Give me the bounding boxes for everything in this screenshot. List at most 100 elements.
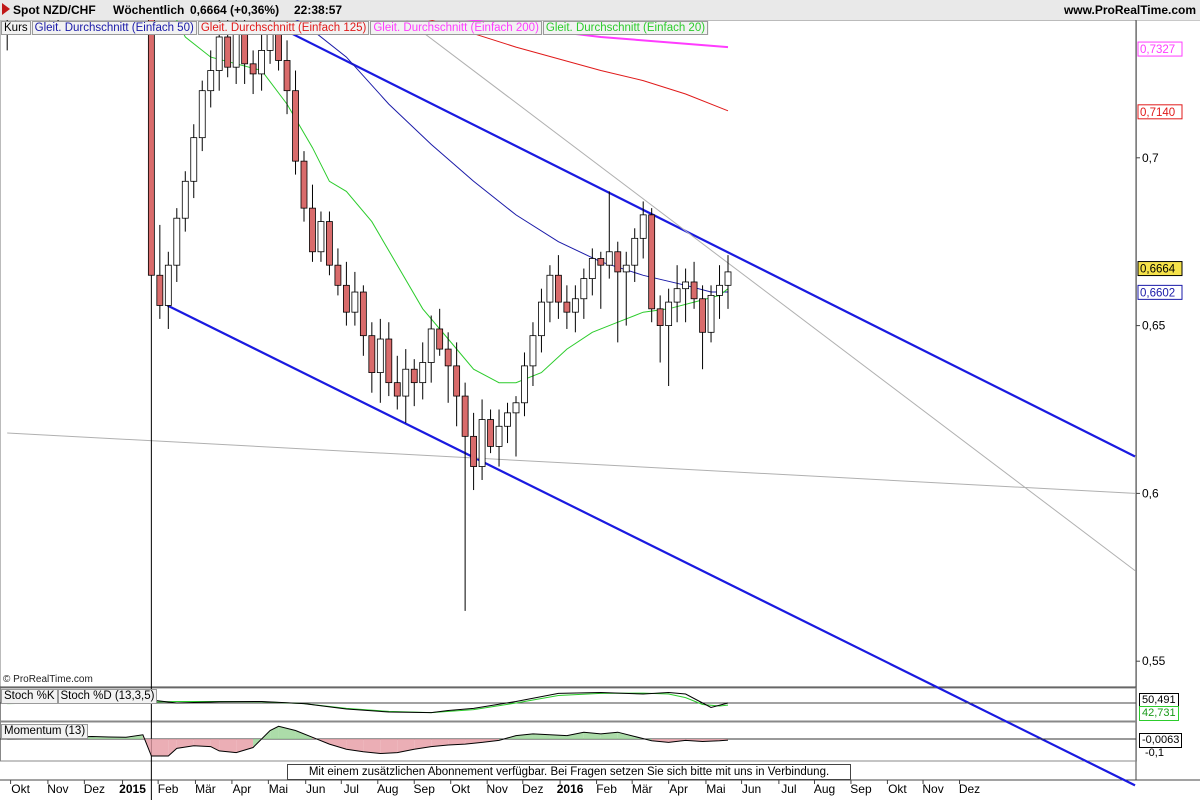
momentum-legend: Momentum (13) bbox=[1, 724, 89, 739]
candle-body bbox=[504, 412, 511, 427]
candle-body bbox=[665, 301, 673, 327]
candle-body bbox=[529, 335, 537, 367]
quote-value: 0,6664 (+0,36%) bbox=[190, 3, 280, 17]
price-chart[interactable]: 0,850,80,750,70,650,60,550,5OktNovDez201… bbox=[0, 20, 1200, 800]
candle-body bbox=[478, 419, 486, 467]
candle-body bbox=[588, 258, 596, 280]
legend-item-price[interactable]: Kurs bbox=[1, 21, 31, 35]
candle-body bbox=[555, 274, 562, 303]
candle-body bbox=[673, 288, 681, 303]
momentum-tick: -0,1 bbox=[1145, 747, 1164, 759]
candle-body bbox=[571, 298, 579, 313]
candle-body bbox=[326, 221, 333, 266]
candle-body bbox=[147, 20, 155, 276]
candle-body bbox=[427, 328, 435, 363]
x-tick-label: Apr bbox=[669, 782, 688, 796]
candle-body bbox=[376, 338, 384, 373]
candle-body bbox=[300, 160, 308, 209]
candle-body bbox=[283, 60, 291, 92]
x-tick-label: Jun bbox=[306, 782, 325, 796]
x-tick-label: Dez bbox=[84, 782, 105, 796]
x-tick-label: Aug bbox=[377, 782, 398, 796]
candle-body bbox=[359, 291, 367, 337]
time-label: 22:38:57 bbox=[294, 3, 343, 17]
last-value-label: 0,7140 bbox=[1140, 107, 1175, 119]
candle-body bbox=[190, 137, 198, 182]
candle-body bbox=[461, 395, 469, 437]
momentum-area bbox=[329, 739, 347, 750]
x-tick-label: Dez bbox=[959, 782, 980, 796]
candle-body bbox=[682, 281, 689, 290]
title-bar: Spot NZD/CHF Wöchentlich 0,6664 (+0,36%)… bbox=[0, 0, 1200, 21]
x-tick-label: Sep bbox=[850, 782, 872, 796]
stoch-k-label[interactable]: Stoch %K bbox=[1, 689, 58, 704]
legend-item-sma125[interactable]: Gleit. Durchschnitt (Einfach 125) bbox=[197, 21, 370, 35]
candle-body bbox=[521, 365, 528, 404]
sma20-line bbox=[176, 20, 729, 384]
site-label[interactable]: www.ProRealTime.com bbox=[1064, 3, 1196, 17]
sma50-line bbox=[295, 20, 728, 293]
candle-body bbox=[444, 348, 452, 367]
momentum-area bbox=[168, 739, 177, 756]
candle-body bbox=[707, 294, 715, 333]
x-tick-label: Jun bbox=[742, 782, 761, 796]
y-tick-label: 0,65 bbox=[1142, 319, 1166, 333]
stoch-d-label[interactable]: Stoch %D (13,3,5) bbox=[57, 689, 158, 704]
candle-body bbox=[207, 70, 215, 92]
main-plot-frame bbox=[0, 20, 1137, 688]
candle-body bbox=[181, 180, 189, 219]
momentum-area bbox=[363, 739, 381, 754]
candle-body bbox=[512, 402, 520, 414]
candle-body bbox=[249, 63, 257, 75]
resistance-trendline-line bbox=[405, 20, 1136, 571]
candle-body bbox=[597, 258, 605, 266]
candle-body bbox=[334, 264, 342, 286]
candle-body bbox=[690, 281, 698, 300]
x-tick-label: Nov bbox=[47, 782, 68, 796]
x-tick-label: Okt bbox=[451, 782, 470, 796]
candle-body bbox=[292, 90, 299, 162]
y-tick-label: 0,6 bbox=[1142, 486, 1159, 500]
legend-item-sma20[interactable]: Gleit. Durchschnitt (Einfach 20) bbox=[542, 21, 709, 35]
x-tick-label: Sep bbox=[414, 782, 436, 796]
x-tick-label: Apr bbox=[233, 782, 252, 796]
x-tick-label: Feb bbox=[596, 782, 617, 796]
momentum-area bbox=[380, 739, 398, 754]
momentum-area bbox=[151, 739, 169, 756]
candle-body bbox=[563, 301, 571, 313]
candle-body bbox=[538, 301, 545, 337]
x-tick-label: Mai bbox=[269, 782, 288, 796]
x-tick-label: Jul bbox=[344, 782, 359, 796]
y-tick-label: 0,7 bbox=[1142, 151, 1159, 165]
instrument-name: Spot NZD/CHF bbox=[13, 3, 96, 17]
subscription-notice[interactable]: Mit einem zusätzlichen Abonnement verfüg… bbox=[287, 764, 851, 780]
lower-channel-line bbox=[166, 304, 1136, 787]
momentum-label[interactable]: Momentum (13) bbox=[1, 724, 89, 739]
legend-item-sma50[interactable]: Gleit. Durchschnitt (Einfach 50) bbox=[31, 21, 197, 35]
stoch-d-value: 42,731 bbox=[1139, 706, 1179, 721]
support-trendline-line bbox=[7, 432, 1136, 494]
candle-body bbox=[368, 335, 376, 373]
candle-body bbox=[648, 214, 656, 310]
candle-body bbox=[436, 328, 444, 350]
candle-body bbox=[724, 271, 732, 286]
candle-body bbox=[317, 221, 325, 253]
candle-body bbox=[215, 36, 223, 71]
stoch-legend: Stoch %K Stoch %D (13,3,5) bbox=[1, 689, 158, 704]
last-value-label: 0,6664 bbox=[1140, 264, 1176, 276]
candle-body bbox=[622, 264, 630, 273]
candle-body bbox=[173, 217, 181, 266]
upper-channel-line bbox=[271, 22, 1136, 458]
candle-body bbox=[605, 251, 613, 266]
candle-body bbox=[656, 308, 664, 327]
x-tick-label: Feb bbox=[158, 782, 179, 796]
interval-label[interactable]: Wöchentlich bbox=[113, 3, 184, 17]
x-tick-label: Okt bbox=[888, 782, 907, 796]
candle-body bbox=[258, 50, 266, 75]
legend-item-sma200[interactable]: Gleit. Durchschnitt (Einfach 200) bbox=[370, 21, 542, 35]
x-tick-label: Dez bbox=[522, 782, 543, 796]
candle-body bbox=[639, 214, 647, 239]
momentum-value: -0,0063 bbox=[1139, 733, 1183, 748]
candle-body bbox=[224, 36, 232, 68]
candle-body bbox=[393, 382, 401, 397]
